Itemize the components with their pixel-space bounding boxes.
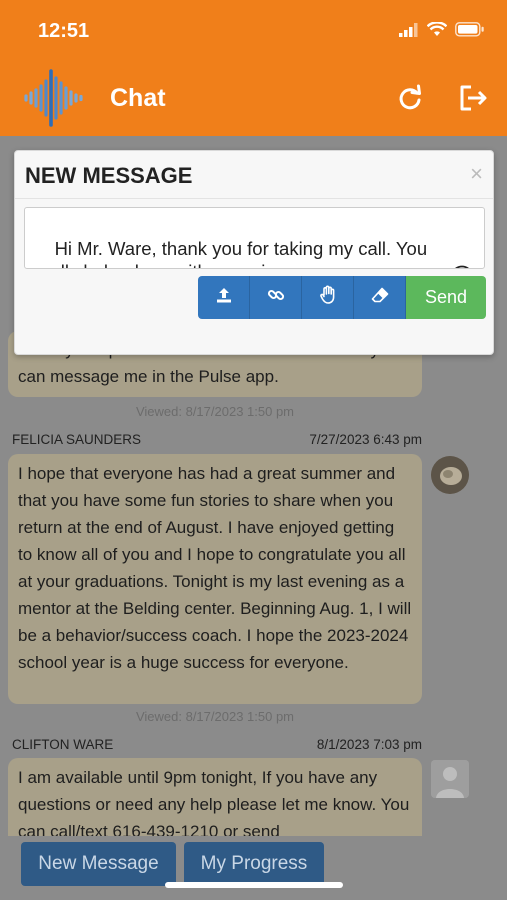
new-message-modal: NEW MESSAGE × Hi Mr. Ware, thank you for… xyxy=(14,150,494,355)
send-button[interactable]: Send xyxy=(406,276,486,319)
hand-button[interactable] xyxy=(302,276,354,319)
app-header: Chat xyxy=(0,62,507,136)
eraser-button[interactable] xyxy=(354,276,406,319)
status-icons xyxy=(399,21,485,42)
message-toolbar: Send xyxy=(198,276,486,319)
sender-name: FELICIA SAUNDERS xyxy=(12,432,142,447)
message-input-value: Hi Mr. Ware, thank you for taking my cal… xyxy=(34,238,428,268)
bottom-bar: New Message My Progress xyxy=(0,836,507,900)
message-text: I am available until 9pm tonight, If you… xyxy=(18,768,410,836)
message-text: I hope that everyone has had a great sum… xyxy=(18,464,412,672)
message-input[interactable]: Hi Mr. Ware, thank you for taking my cal… xyxy=(24,207,485,269)
viewed-status: Viewed: 8/17/2023 1:50 pm xyxy=(135,709,295,724)
message-date: 7/27/2023 6:43 pm xyxy=(309,432,422,447)
message-bubble: I hope that everyone has had a great sum… xyxy=(8,454,422,704)
logout-icon[interactable] xyxy=(459,84,489,114)
refresh-icon[interactable] xyxy=(396,84,426,114)
link-button[interactable] xyxy=(250,276,302,319)
pulse-logo-icon xyxy=(22,68,92,128)
cellular-signal-icon xyxy=(399,22,419,42)
my-progress-button[interactable]: My Progress xyxy=(184,842,324,886)
message-date: 8/1/2023 7:03 pm xyxy=(316,737,422,752)
eraser-icon xyxy=(371,287,389,308)
hand-icon xyxy=(319,285,337,310)
close-icon[interactable]: × xyxy=(470,161,483,187)
battery-icon xyxy=(455,22,485,42)
sender-name: CLIFTON WARE xyxy=(12,737,114,752)
emoji-icon[interactable] xyxy=(413,242,474,268)
home-indicator[interactable] xyxy=(165,882,343,888)
upload-button[interactable] xyxy=(198,276,250,319)
avatar-placeholder-icon xyxy=(431,760,469,798)
wifi-icon xyxy=(426,21,448,42)
page-title: Chat xyxy=(110,84,166,112)
viewed-status: Viewed: 8/17/2023 1:50 pm xyxy=(135,404,295,419)
new-message-button[interactable]: New Message xyxy=(21,842,176,886)
avatar xyxy=(431,456,469,494)
modal-title: NEW MESSAGE xyxy=(25,163,193,188)
status-time: 12:51 xyxy=(38,20,90,42)
upload-icon xyxy=(215,286,233,309)
message-bubble: I am available until 9pm tonight, If you… xyxy=(8,758,422,836)
divider xyxy=(15,198,493,199)
link-icon xyxy=(267,286,285,309)
status-bar: 12:51 xyxy=(0,0,507,62)
